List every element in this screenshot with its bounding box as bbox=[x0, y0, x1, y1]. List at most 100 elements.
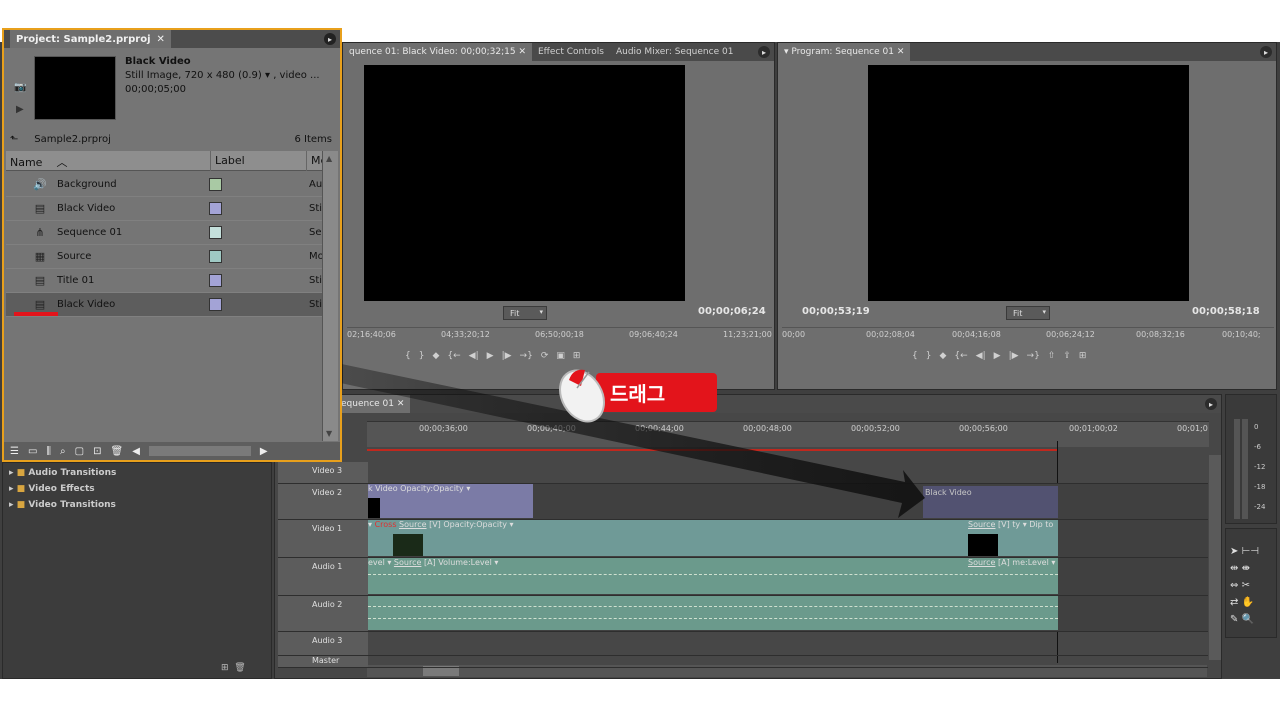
source-fit-dropdown[interactable]: Fit bbox=[503, 306, 547, 320]
list-view-icon[interactable]: ☰ bbox=[10, 446, 19, 457]
pen-tool-icon[interactable]: ✎ bbox=[1230, 614, 1238, 625]
label-swatch[interactable] bbox=[209, 202, 222, 215]
column-media-header[interactable]: Me bbox=[306, 151, 322, 171]
label-swatch[interactable] bbox=[209, 178, 222, 191]
find-icon[interactable]: ⌕ bbox=[60, 446, 66, 457]
effects-folder[interactable]: ▸ ■ Video Effects bbox=[9, 481, 116, 497]
project-item-row[interactable]: ⋔ Sequence 01 Seq bbox=[6, 221, 323, 245]
ruler-tick-label: 00;10;40; bbox=[1222, 330, 1261, 339]
step-back-icon[interactable]: ◀| bbox=[469, 351, 479, 361]
program-fit-dropdown[interactable]: Fit bbox=[1006, 306, 1050, 320]
extract-icon[interactable]: ⇪ bbox=[1063, 351, 1071, 361]
project-item-row[interactable]: ▤ Title 01 Stil bbox=[6, 269, 323, 293]
step-forward-icon[interactable]: |▶ bbox=[502, 351, 512, 361]
sort-ascending-icon[interactable]: ︿ bbox=[56, 156, 67, 169]
lift-icon[interactable]: ⇧ bbox=[1048, 351, 1056, 361]
column-label-header[interactable]: Label bbox=[210, 151, 245, 171]
loop-icon[interactable]: ⟳ bbox=[541, 351, 549, 361]
audio-clip[interactable] bbox=[368, 596, 1058, 630]
video-clip[interactable]: k Video Opacity:Opacity ▾ bbox=[368, 484, 533, 518]
label-swatch[interactable] bbox=[209, 226, 222, 239]
track-select-tool-icon[interactable]: ⊢⊣ bbox=[1242, 546, 1259, 557]
project-horizontal-scrollbar[interactable] bbox=[148, 446, 251, 456]
clear-icon[interactable]: 🗑 bbox=[110, 446, 123, 457]
timeline-vertical-scrollbar[interactable] bbox=[1209, 455, 1221, 660]
mark-out-icon[interactable]: } bbox=[419, 351, 425, 361]
project-item-row[interactable]: ▤ Black Video Stil bbox=[6, 197, 323, 221]
mark-in-icon[interactable]: { bbox=[912, 351, 918, 361]
track-header[interactable]: Audio 2 bbox=[278, 596, 368, 631]
track-header[interactable]: Audio 1 bbox=[278, 558, 368, 595]
zoom-tool-icon[interactable]: 🔍 bbox=[1242, 614, 1254, 625]
label-swatch[interactable] bbox=[209, 298, 222, 311]
icon-view-icon[interactable]: ▭ bbox=[28, 446, 37, 457]
goto-in-icon[interactable]: {← bbox=[447, 351, 460, 361]
scroll-down-icon[interactable]: ▼ bbox=[326, 429, 332, 438]
parent-folder-icon[interactable]: ⬑ bbox=[10, 134, 18, 145]
tab-source-sequence[interactable]: quence 01: Black Video: 00;00;32;15 ✕ bbox=[343, 43, 532, 61]
track-header[interactable]: Video 3 bbox=[278, 462, 368, 483]
project-item-row[interactable]: ▦ Source Mo bbox=[6, 245, 323, 269]
ripple-edit-tool-icon[interactable]: ⇹ bbox=[1230, 563, 1238, 574]
panel-menu-icon[interactable]: ▸ bbox=[758, 46, 770, 58]
effects-folder[interactable]: ▸ ■ Video Transitions bbox=[9, 497, 116, 513]
close-icon[interactable]: ✕ bbox=[397, 399, 405, 409]
play-thumbnail-icon[interactable]: ▶ bbox=[16, 104, 24, 115]
label-swatch[interactable] bbox=[209, 250, 222, 263]
tab-timeline-sequence[interactable]: equence 01 ✕ bbox=[335, 395, 411, 413]
new-bin-icon[interactable]: ▢ bbox=[75, 446, 84, 457]
video-clip[interactable]: ▾ Cross Source [V] Opacity:Opacity ▾ Sou… bbox=[368, 520, 1058, 556]
tab-project[interactable]: Project: Sample2.prproj ✕ bbox=[10, 30, 171, 48]
hand-tool-icon[interactable]: ✋ bbox=[1242, 597, 1254, 608]
effects-folder[interactable]: ▸ ■ Audio Transitions bbox=[9, 465, 116, 481]
set-marker-icon[interactable]: ◆ bbox=[432, 351, 439, 361]
close-icon[interactable]: ✕ bbox=[157, 34, 165, 45]
panel-menu-icon[interactable]: ▸ bbox=[1205, 398, 1217, 410]
camera-icon[interactable]: 📷 bbox=[14, 82, 26, 93]
close-icon[interactable]: ✕ bbox=[518, 47, 526, 57]
goto-out-icon[interactable]: →} bbox=[1027, 351, 1040, 361]
new-bin-icon[interactable]: ⊞ bbox=[221, 663, 229, 673]
trash-icon[interactable]: 🗑 bbox=[234, 663, 245, 673]
track-header[interactable]: Video 2 bbox=[278, 484, 368, 519]
tab-program[interactable]: ▾ Program: Sequence 01 ✕ bbox=[778, 43, 911, 61]
label-swatch[interactable] bbox=[209, 274, 222, 287]
new-item-icon[interactable]: ⊡ bbox=[93, 446, 101, 457]
track-header[interactable]: Video 1 bbox=[278, 520, 368, 557]
slip-tool-icon[interactable]: ⇄ bbox=[1230, 597, 1238, 608]
source-time-ruler[interactable]: 02;16;40;06 04;33;20;12 06;50;00;18 09;0… bbox=[347, 327, 772, 341]
step-back-icon[interactable]: ◀| bbox=[976, 351, 986, 361]
goto-out-icon[interactable]: →} bbox=[520, 351, 533, 361]
tab-audio-mixer[interactable]: Audio Mixer: Sequence 01 bbox=[610, 43, 739, 61]
mark-out-icon[interactable]: } bbox=[926, 351, 932, 361]
project-item-row[interactable]: 🔊 Background Aud bbox=[6, 173, 323, 197]
program-current-timecode[interactable]: 00;00;53;19 bbox=[802, 306, 870, 317]
rate-stretch-tool-icon[interactable]: ⇔ bbox=[1230, 580, 1238, 591]
track-header[interactable]: Master bbox=[278, 656, 368, 667]
scroll-right-icon[interactable]: ▶ bbox=[260, 446, 268, 457]
mark-in-icon[interactable]: { bbox=[405, 351, 411, 361]
selection-tool-icon[interactable]: ➤ bbox=[1230, 546, 1238, 557]
automate-to-sequence-icon[interactable]: ⫼ bbox=[46, 446, 51, 457]
track-header[interactable]: Audio 3 bbox=[278, 632, 368, 655]
razor-tool-icon[interactable]: ✂ bbox=[1242, 580, 1250, 591]
panel-menu-icon[interactable]: ▸ bbox=[324, 33, 336, 45]
program-time-ruler[interactable]: 00;00 00;02;08;04 00;04;16;08 00;06;24;1… bbox=[782, 327, 1274, 341]
tab-effect-controls[interactable]: Effect Controls bbox=[532, 43, 610, 61]
play-icon[interactable]: ▶ bbox=[487, 351, 494, 361]
trim-icon[interactable]: ⊞ bbox=[1079, 351, 1087, 361]
usage-dropdown-icon[interactable]: ▾ bbox=[265, 70, 273, 81]
close-icon[interactable]: ✕ bbox=[897, 47, 905, 57]
rolling-edit-tool-icon[interactable]: ⇼ bbox=[1242, 563, 1250, 574]
play-icon[interactable]: ▶ bbox=[994, 351, 1001, 361]
goto-in-icon[interactable]: {← bbox=[954, 351, 967, 361]
timeline-time-ruler[interactable]: 00;00;36;00 00;00;40;00 00;00;44;00 00;0… bbox=[367, 421, 1209, 447]
panel-menu-icon[interactable]: ▸ bbox=[1260, 46, 1272, 58]
audio-clip[interactable]: evel ▾ Source [A] Volume:Level ▾ Source … bbox=[368, 558, 1058, 594]
scroll-left-icon[interactable]: ◀ bbox=[132, 446, 140, 457]
scroll-up-icon[interactable]: ▲ bbox=[326, 154, 332, 163]
column-name[interactable]: Name ︿ bbox=[10, 154, 67, 170]
step-forward-icon[interactable]: |▶ bbox=[1009, 351, 1019, 361]
project-vertical-scrollbar[interactable]: ▲ ▼ bbox=[322, 151, 338, 441]
set-marker-icon[interactable]: ◆ bbox=[939, 351, 946, 361]
